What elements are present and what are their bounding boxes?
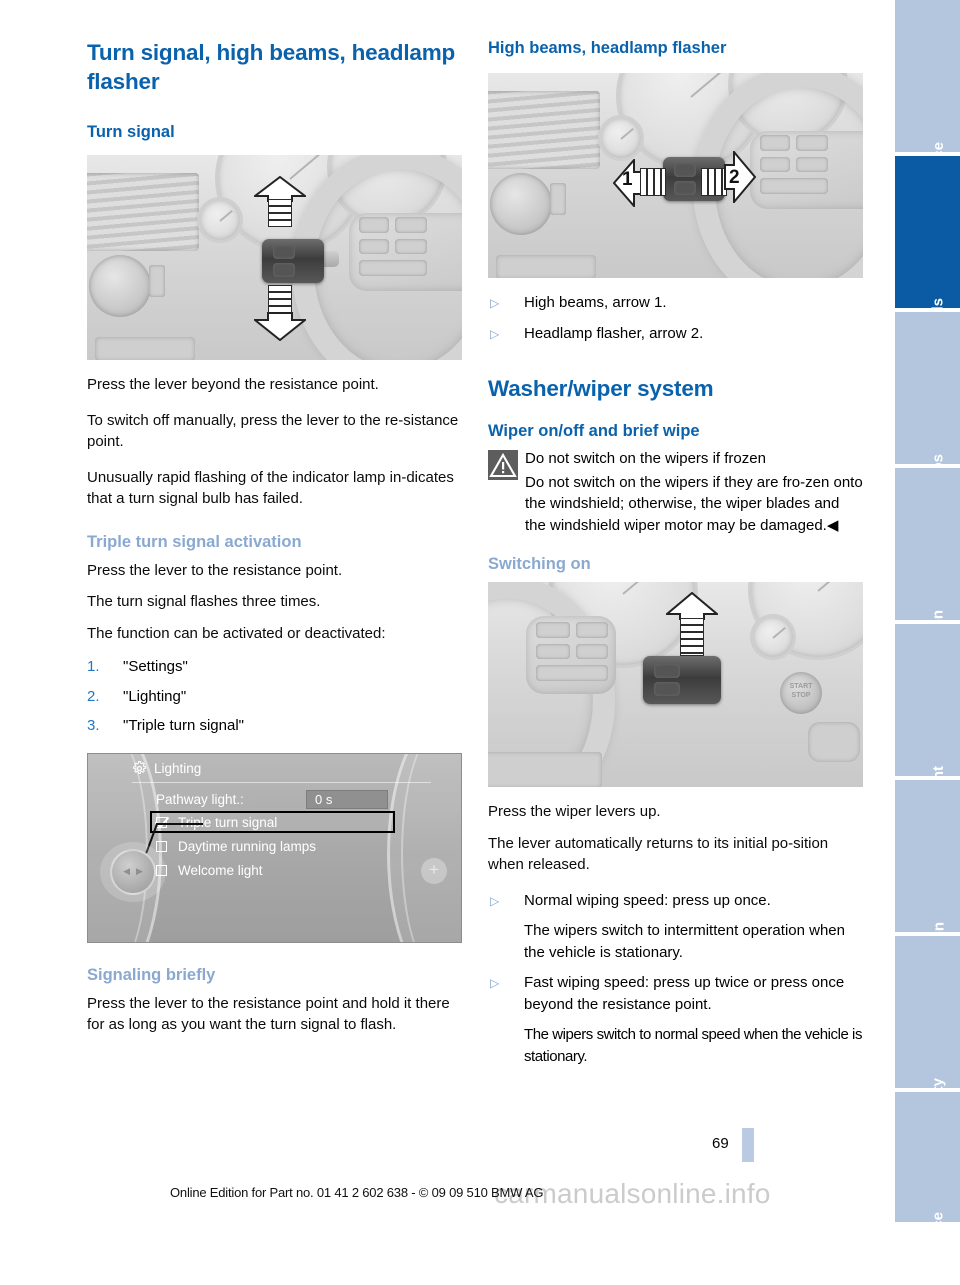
list-item: ▷ Headlamp flasher, arrow 2. — [488, 323, 863, 345]
sidebar-tab-entertainment[interactable]: Entertainment — [895, 624, 960, 867]
triangle-bullet-icon: ▷ — [490, 326, 500, 341]
bullet-text: Headlamp flasher, arrow 2. — [524, 324, 704, 342]
triple-turn-signal-steps: 1. "Settings" 2. "Lighting" 3. "Triple t… — [87, 656, 462, 737]
manual-page: Turn signal, high beams, headlamp flashe… — [0, 0, 960, 1285]
wiper-stalk-photo: START STOP — [488, 582, 863, 787]
page-title: Turn signal, high beams, headlamp flashe… — [87, 40, 456, 94]
idrive-option-triple-turn-signal[interactable]: Triple turn signal — [156, 815, 277, 830]
idrive-pathway-light-value[interactable]: 0 s — [306, 789, 388, 809]
sidebar-tab-controls[interactable]: Controls — [895, 156, 960, 360]
triangle-bullet-icon: ▷ — [490, 893, 500, 908]
gear-icon — [133, 760, 146, 774]
heading-triple-turn-signal: Triple turn signal activation — [87, 532, 302, 551]
idrive-option-welcome-light[interactable]: Welcome light — [156, 863, 263, 878]
step-number: 3. — [87, 717, 100, 734]
heading-switching-on: Switching on — [488, 555, 591, 573]
triple-para-1: Press the lever to the resistance point. — [87, 561, 343, 579]
page-marker-bar — [742, 1128, 754, 1162]
bullet-text: High beams, arrow 1. — [524, 294, 667, 311]
sidebar-tab-label: Reference — [930, 1212, 947, 1285]
heading-washer-wiper-system: Washer/wiper system — [488, 376, 714, 401]
warning-block: Do not switch on the wipers if frozen Do… — [488, 448, 863, 536]
idrive-plus-button[interactable]: + — [421, 857, 447, 884]
idrive-title: Lighting — [154, 760, 202, 776]
step-label: "Settings" — [123, 658, 188, 675]
warning-headline: Do not switch on the wipers if frozen — [525, 450, 766, 467]
triple-para-3: The function can be activated or deactiv… — [87, 624, 386, 642]
bullet-note: The wipers switch to normal speed when t… — [524, 1026, 862, 1065]
step-label: "Lighting" — [123, 687, 187, 705]
idrive-option-label: Daytime running lamps — [178, 838, 317, 854]
warning-triangle-icon — [488, 450, 518, 480]
warning-body: Do not switch on the wipers if they are … — [525, 473, 863, 534]
high-beams-bullets: ▷ High beams, arrow 1. ▷ Headlamp flashe… — [488, 292, 863, 344]
bullet-text: Fast wiping speed: press up twice or pre… — [524, 974, 845, 1013]
left-column: Turn signal, high beams, headlamp flashe… — [87, 38, 462, 1050]
sidebar-tab-driving-tips[interactable]: Driving tips — [895, 312, 960, 537]
idrive-lighting-menu: Lighting Pathway light.: 0 s Triple turn… — [87, 752, 462, 943]
list-item: ▷ Fast wiping speed: press up twice or p… — [488, 972, 863, 1015]
step-number: 1. — [87, 658, 100, 675]
step-number: 2. — [87, 687, 100, 705]
idrive-header-divider — [132, 781, 431, 783]
start-stop-button-photo: START STOP — [780, 672, 822, 714]
signaling-briefly-para: Press the lever to the resistance point … — [87, 994, 450, 1034]
list-item: ▷ High beams, arrow 1. — [488, 292, 863, 314]
right-column: High beams, headlamp flasher 1 2 ▷ High … — [488, 38, 863, 1081]
step-label: "Triple turn signal" — [123, 717, 244, 734]
turn-signal-para-3: Unusually rapid flashing of the indicato… — [87, 468, 454, 508]
switching-on-para-1: Press the wiper levers up. — [488, 803, 661, 820]
heading-high-beams: High beams, headlamp flasher — [488, 39, 727, 57]
page-number: 69 — [712, 1135, 729, 1152]
idrive-option-label: Triple turn signal — [178, 814, 278, 830]
arrow-down-icon — [254, 312, 306, 341]
idrive-header: Lighting — [132, 761, 201, 776]
idrive-controller-knob[interactable]: ◀ ▶ — [110, 848, 156, 895]
idrive-option-daytime-running-lamps[interactable]: Daytime running lamps — [156, 839, 316, 854]
turn-signal-stalk-photo — [87, 155, 462, 360]
sidebar-tab-at-a-glance[interactable]: At a glance — [895, 0, 960, 222]
arrow-up-icon — [666, 592, 718, 620]
heading-wiper-onoff: Wiper on/off and brief wipe — [488, 422, 700, 440]
turn-signal-para-1: Press the lever beyond the resistance po… — [87, 376, 379, 393]
checkbox-unchecked-icon[interactable] — [156, 840, 167, 852]
chevron-right-icon: ▶ — [136, 866, 143, 876]
idrive-option-label: Welcome light — [178, 862, 263, 878]
section-tabs-sidebar: At a glance Controls Driving tips Naviga… — [895, 0, 960, 1285]
arrow-label-1: 1 — [622, 169, 633, 190]
high-beams-stalk-photo: 1 2 — [488, 73, 863, 278]
bullet-text: Normal wiping speed: press up once. — [524, 891, 771, 909]
list-item: 3. "Triple turn signal" — [87, 715, 462, 737]
checkbox-checked-icon[interactable] — [156, 816, 167, 828]
triangle-bullet-icon: ▷ — [490, 296, 500, 310]
sidebar-tab-reference[interactable]: Reference — [895, 1092, 960, 1285]
footer-copyright: Online Edition for Part no. 01 41 2 602 … — [170, 1185, 544, 1200]
switching-on-para-2: The lever automatically returns to its i… — [488, 834, 829, 874]
warning-text: Do not switch on the wipers if frozen Do… — [525, 448, 863, 536]
sidebar-tab-mobility[interactable]: Mobility — [895, 936, 960, 1135]
bullet-note: The wipers switch to intermittent operat… — [524, 922, 845, 961]
list-item: 2. "Lighting" — [87, 686, 462, 708]
sidebar-tab-navigation[interactable]: Navigation — [895, 468, 960, 687]
list-item: 1. "Settings" — [87, 656, 462, 678]
heading-turn-signal: Turn signal — [87, 123, 175, 141]
turn-signal-para-2: To switch off manually, press the lever … — [87, 411, 459, 451]
arrow-label-2: 2 — [729, 167, 740, 188]
idrive-pathway-light-label: Pathway light.: — [156, 791, 244, 807]
triangle-bullet-icon: ▷ — [490, 976, 500, 990]
chevron-left-icon: ◀ — [123, 866, 130, 876]
triple-para-2: The turn signal flashes three times. — [87, 593, 321, 610]
sidebar-tab-communication[interactable]: Communication — [895, 780, 960, 1035]
heading-signaling-briefly: Signaling briefly — [87, 965, 216, 984]
switching-on-bullets: ▷ Normal wiping speed: press up once. Th… — [488, 890, 863, 1068]
list-item: ▷ Normal wiping speed: press up once. — [488, 890, 863, 912]
